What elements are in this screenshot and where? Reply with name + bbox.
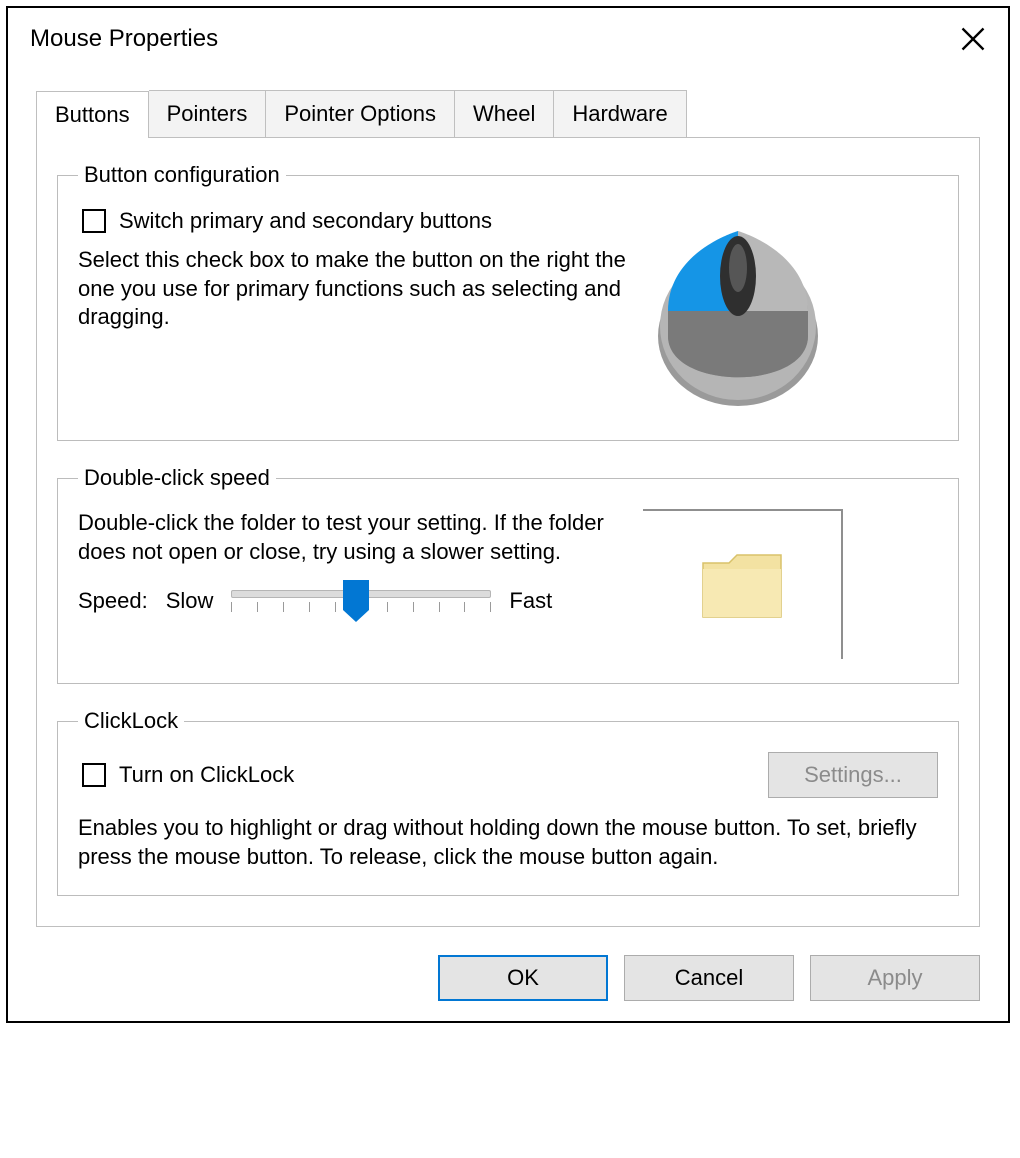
speed-label: Speed: xyxy=(78,588,148,614)
dialog-content: Buttons Pointers Pointer Options Wheel H… xyxy=(8,90,1008,1021)
cancel-button[interactable]: Cancel xyxy=(624,955,794,1001)
group-legend: Button configuration xyxy=(78,162,286,188)
clicklock-description: Enables you to highlight or drag without… xyxy=(78,814,938,871)
button-config-description: Select this check box to make the button… xyxy=(78,246,638,332)
group-button-configuration: Button configuration Switch primary and … xyxy=(57,162,959,441)
tab-hardware[interactable]: Hardware xyxy=(554,90,686,137)
close-icon[interactable] xyxy=(956,22,990,56)
tab-bar: Buttons Pointers Pointer Options Wheel H… xyxy=(36,90,980,138)
window-title: Mouse Properties xyxy=(30,25,218,53)
switch-buttons-checkbox[interactable]: Switch primary and secondary buttons xyxy=(78,206,638,236)
switch-buttons-label: Switch primary and secondary buttons xyxy=(119,208,492,234)
clicklock-label: Turn on ClickLock xyxy=(119,762,294,788)
titlebar: Mouse Properties xyxy=(8,8,1008,70)
dialog-button-row: OK Cancel Apply xyxy=(36,955,980,1001)
double-click-slider[interactable] xyxy=(231,590,491,612)
clicklock-checkbox[interactable]: Turn on ClickLock xyxy=(78,760,294,790)
group-legend: ClickLock xyxy=(78,708,184,734)
mouse-icon xyxy=(638,206,838,416)
ok-button[interactable]: OK xyxy=(438,955,608,1001)
apply-button: Apply xyxy=(810,955,980,1001)
tab-pointers[interactable]: Pointers xyxy=(149,90,267,137)
clicklock-input[interactable] xyxy=(82,763,106,787)
group-clicklock: ClickLock Turn on ClickLock Settings... … xyxy=(57,708,959,896)
slider-thumb[interactable] xyxy=(343,580,369,610)
double-click-description: Double-click the folder to test your set… xyxy=(78,509,638,566)
test-folder[interactable] xyxy=(643,509,843,659)
slow-label: Slow xyxy=(166,588,214,614)
fast-label: Fast xyxy=(509,588,552,614)
tab-wheel[interactable]: Wheel xyxy=(455,90,554,137)
tab-buttons[interactable]: Buttons xyxy=(36,91,149,138)
group-double-click-speed: Double-click speed Double-click the fold… xyxy=(57,465,959,684)
tab-pointer-options[interactable]: Pointer Options xyxy=(266,90,455,137)
folder-icon xyxy=(697,545,787,625)
group-legend: Double-click speed xyxy=(78,465,276,491)
tab-panel: Button configuration Switch primary and … xyxy=(36,138,980,927)
clicklock-settings-button: Settings... xyxy=(768,752,938,798)
dialog-window: Mouse Properties Buttons Pointers Pointe… xyxy=(6,6,1010,1023)
switch-buttons-input[interactable] xyxy=(82,209,106,233)
